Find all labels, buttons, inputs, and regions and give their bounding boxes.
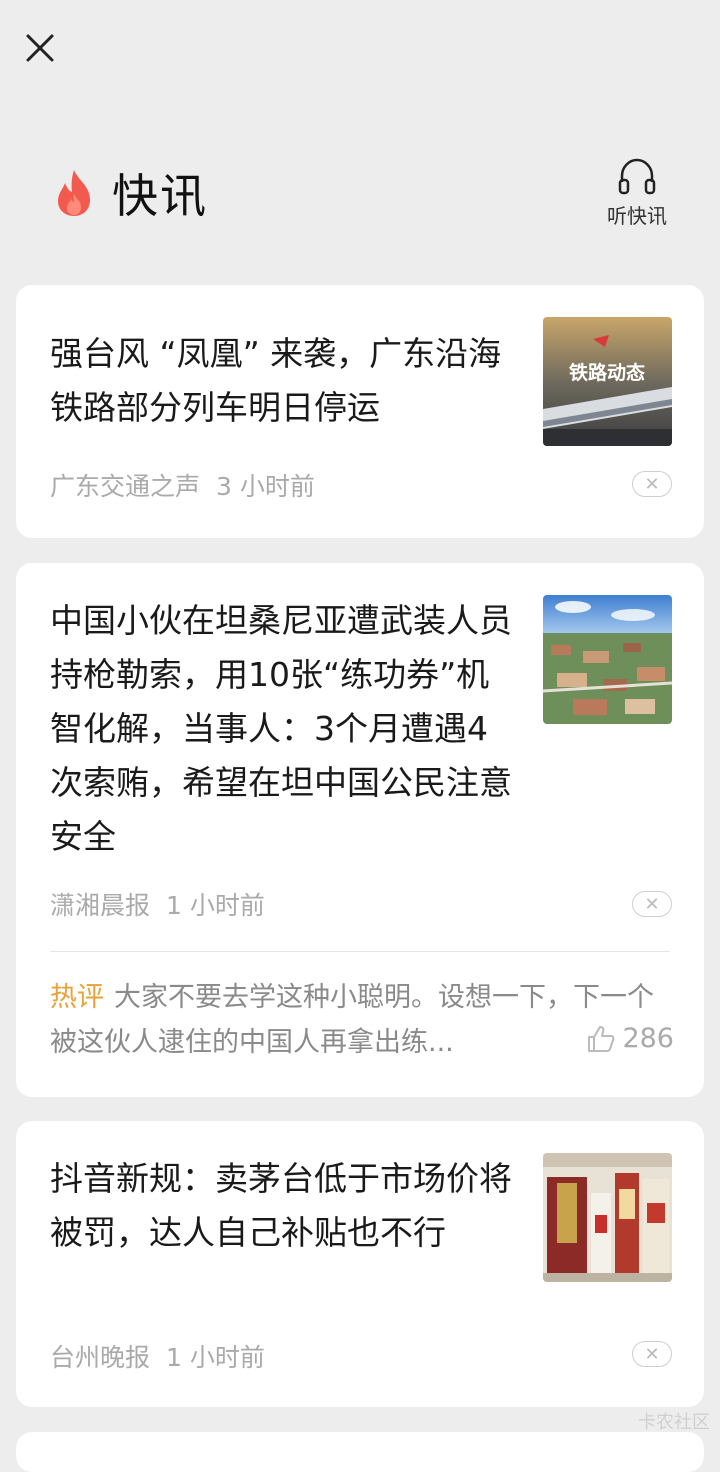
thumbnail-caption: 铁路动态 — [569, 361, 645, 384]
news-thumbnail[interactable] — [543, 595, 672, 724]
news-thumbnail[interactable]: 铁路动态 — [543, 317, 672, 446]
news-time: 1 小时前 — [166, 891, 265, 920]
hot-comment-text: 大家不要去学这种小聪明。设想一下，下一个被这伙人逮住的中国人再拿出练... — [50, 982, 654, 1058]
thumbs-up-icon — [588, 1025, 615, 1052]
close-icon: ✕ — [644, 1343, 660, 1365]
news-card[interactable] — [16, 1432, 704, 1472]
like-button[interactable]: 286 — [576, 1023, 674, 1054]
divider — [50, 951, 670, 952]
news-time: 3 小时前 — [216, 472, 315, 501]
news-source: 台州晚报 — [50, 1343, 151, 1372]
train-image: 铁路动态 — [543, 317, 672, 446]
news-title[interactable]: 抖音新规：卖茅台低于市场价将被罚，达人自己补贴也不行 — [50, 1152, 520, 1260]
news-card[interactable]: 强台风 “凤凰” 来袭，广东沿海铁路部分列车明日停运 铁路动态 广东交通之声 3 … — [16, 285, 704, 538]
page-header: 快讯 听快讯 — [0, 150, 720, 250]
close-icon: ✕ — [644, 473, 660, 495]
city-image — [543, 595, 672, 724]
liquor-shelf-image — [543, 1153, 672, 1282]
news-meta: 潇湘晨报 1 小时前 — [50, 886, 265, 922]
news-card[interactable]: 抖音新规：卖茅台低于市场价将被罚，达人自己补贴也不行 台州晚报 1 小时前 ✕ — [16, 1121, 704, 1407]
like-count: 286 — [622, 1023, 674, 1054]
news-time: 1 小时前 — [166, 1343, 265, 1372]
flame-icon — [58, 170, 90, 216]
listen-news-label: 听快讯 — [607, 204, 667, 228]
news-source: 广东交通之声 — [50, 472, 201, 501]
news-meta: 台州晚报 1 小时前 — [50, 1338, 265, 1374]
watermark: 卡农社区 — [638, 1412, 710, 1433]
hot-comment-label: 热评 — [50, 982, 104, 1013]
page-title: 快讯 — [112, 169, 208, 223]
news-meta: 广东交通之声 3 小时前 — [50, 467, 315, 503]
dismiss-button[interactable]: ✕ — [632, 891, 672, 917]
dismiss-button[interactable]: ✕ — [632, 1341, 672, 1367]
headphones-icon — [618, 158, 656, 195]
news-title[interactable]: 强台风 “凤凰” 来袭，广东沿海铁路部分列车明日停运 — [50, 327, 520, 435]
news-card[interactable]: 中国小伙在坦桑尼亚遭武装人员持枪勒索，用10张“练功券”机智化解，当事人：3个月… — [16, 563, 704, 1097]
news-thumbnail[interactable] — [543, 1153, 672, 1282]
news-title[interactable]: 中国小伙在坦桑尼亚遭武装人员持枪勒索，用10张“练功券”机智化解，当事人：3个月… — [50, 594, 520, 864]
close-icon: ✕ — [644, 893, 660, 915]
listen-news-button[interactable]: 听快讯 — [602, 156, 672, 229]
dismiss-button[interactable]: ✕ — [632, 471, 672, 497]
news-source: 潇湘晨报 — [50, 891, 151, 920]
close-icon — [26, 34, 54, 62]
close-button[interactable] — [20, 28, 60, 68]
